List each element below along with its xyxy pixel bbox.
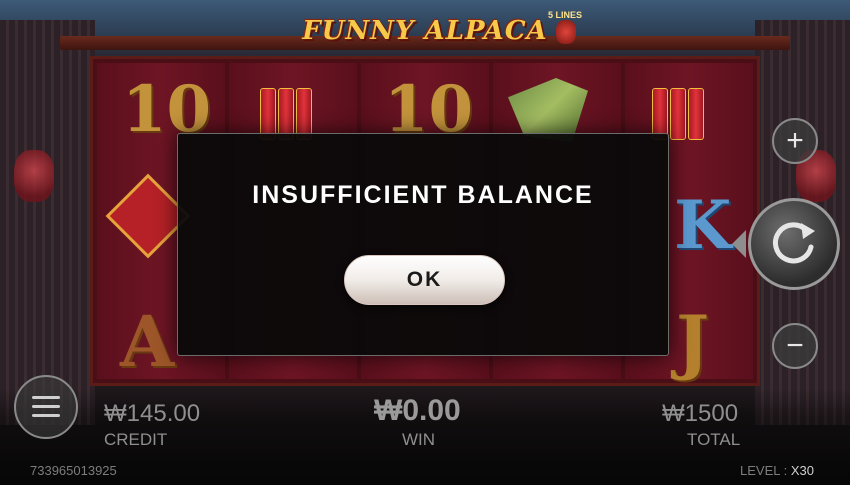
level-label: LEVEL :: [740, 463, 788, 478]
menu-button[interactable]: [14, 375, 78, 439]
spin-refresh-icon: [773, 222, 815, 264]
increase-bet-button[interactable]: +: [772, 118, 818, 164]
credit-label: CREDIT: [104, 430, 168, 449]
spin-arrow-icon: [732, 230, 746, 258]
level-indicator: LEVEL : X30: [740, 463, 814, 478]
hamburger-menu-icon: [32, 396, 60, 418]
minus-icon: −: [786, 329, 804, 362]
total-label: TOTAL: [687, 430, 741, 449]
plus-icon: +: [786, 124, 804, 157]
insufficient-balance-dialog: INSUFFICIENT BALANCE OK: [177, 133, 669, 356]
credit-value: ₩145.00: [104, 400, 201, 427]
decrease-bet-button[interactable]: −: [772, 323, 818, 369]
session-id: 733965013925: [30, 463, 117, 478]
level-value: X30: [790, 463, 814, 478]
dialog-message: INSUFFICIENT BALANCE: [252, 181, 594, 209]
spin-button[interactable]: [748, 198, 840, 290]
win-value: ₩0.00: [374, 394, 461, 427]
win-label: WIN: [402, 430, 436, 449]
total-value: ₩1500: [662, 400, 739, 427]
ok-button[interactable]: OK: [344, 255, 505, 305]
